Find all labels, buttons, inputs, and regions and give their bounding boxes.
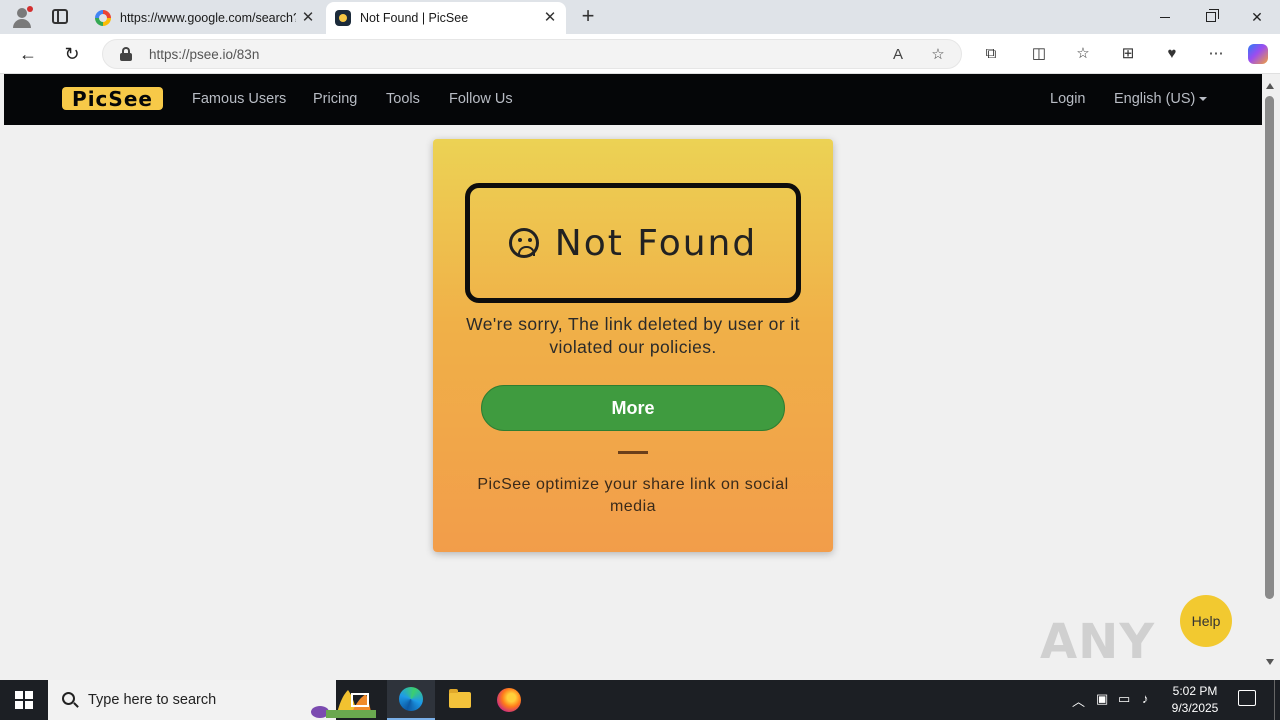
taskbar-search[interactable]: Type here to search	[48, 680, 376, 720]
picsee-icon	[335, 10, 351, 26]
profile-icon[interactable]	[10, 6, 34, 28]
tab-title: Not Found | PicSee	[360, 11, 469, 25]
browser-essentials-icon[interactable]: ♥	[1162, 44, 1182, 64]
close-tab-icon[interactable]: ✕	[542, 10, 558, 26]
back-button[interactable]: ←	[16, 42, 40, 66]
close-window-button[interactable]: ✕	[1234, 0, 1280, 34]
split-screen-icon[interactable]: ◫	[1029, 44, 1049, 64]
favorites-icon[interactable]: ☆	[1073, 44, 1093, 64]
notification-icon[interactable]	[1238, 690, 1256, 706]
language-selector[interactable]: English (US)	[1114, 91, 1207, 107]
not-found-card: Not Found We're sorry, The link deleted …	[433, 139, 833, 552]
close-tab-icon[interactable]: ✕	[300, 10, 316, 26]
clock-time: 5:02 PM	[1172, 684, 1218, 698]
frown-face-icon	[508, 228, 539, 258]
task-view-icon	[351, 693, 369, 707]
collections-icon[interactable]: ⊞	[1118, 44, 1138, 64]
volume-icon[interactable]: ♪	[1142, 691, 1149, 706]
tab-title: https://www.google.com/search?q	[120, 11, 296, 25]
nav-famous-users[interactable]: Famous Users	[192, 91, 286, 107]
browser-titlebar: https://www.google.com/search?q ✕ Not Fo…	[0, 0, 1280, 34]
scroll-thumb[interactable]	[1265, 96, 1274, 599]
help-button[interactable]: Help	[1180, 595, 1232, 647]
taskbar: Type here to search ︿ ▣ ▭ ♪ 5:02 PM 9/3/…	[0, 680, 1280, 720]
address-bar[interactable]: https://psee.io/83n A ☆	[102, 39, 962, 69]
edge-icon	[399, 687, 423, 711]
divider	[618, 451, 648, 454]
taskbar-firefox[interactable]	[485, 680, 533, 720]
search-icon	[62, 692, 75, 705]
refresh-button[interactable]: ↻	[60, 42, 84, 66]
network-icon[interactable]: ▭	[1118, 691, 1130, 707]
address-url[interactable]: https://psee.io/83n	[149, 47, 259, 62]
taskbar-edge[interactable]	[387, 680, 435, 720]
tab-google-search[interactable]: https://www.google.com/search?q ✕	[86, 2, 324, 34]
nav-tools[interactable]: Tools	[386, 91, 420, 107]
firefox-icon	[497, 688, 521, 712]
more-button[interactable]: More	[481, 385, 785, 431]
copilot-icon[interactable]	[1248, 44, 1268, 64]
new-tab-button[interactable]: +	[578, 5, 598, 27]
more-menu-icon[interactable]: ⋯	[1206, 44, 1226, 64]
restore-button[interactable]	[1188, 0, 1234, 34]
read-aloud-icon[interactable]: A	[889, 46, 907, 64]
device-icon[interactable]: ▣	[1096, 691, 1108, 707]
taskbar-file-explorer[interactable]	[436, 680, 484, 720]
scroll-up-icon[interactable]	[1266, 83, 1274, 89]
page-viewport: PicSee Famous Users Pricing Tools Follow…	[4, 74, 1262, 678]
lock-icon[interactable]	[119, 47, 133, 61]
site-navbar: PicSee Famous Users Pricing Tools Follow…	[4, 74, 1262, 125]
chevron-up-icon[interactable]: ︿	[1072, 691, 1085, 710]
nav-follow-us[interactable]: Follow Us	[449, 91, 513, 107]
clock-date: 9/3/2025	[1171, 701, 1219, 715]
task-view-button[interactable]	[336, 680, 384, 720]
taskbar-search-placeholder[interactable]: Type here to search	[88, 692, 216, 708]
show-desktop-button[interactable]	[1274, 680, 1276, 720]
browser-toolbar: ← ↻ https://psee.io/83n A ☆ ⧉ ◫ ☆ ⊞ ♥ ⋯	[0, 34, 1280, 74]
page-scrollbar[interactable]	[1262, 74, 1278, 678]
scroll-down-icon[interactable]	[1266, 659, 1274, 665]
nav-login[interactable]: Login	[1050, 91, 1085, 107]
google-icon	[95, 10, 111, 26]
folder-icon	[449, 689, 471, 708]
tagline: PicSee optimize your share link on socia…	[477, 476, 789, 515]
favorite-star-icon[interactable]: ☆	[929, 46, 947, 64]
not-found-box: Not Found	[465, 183, 801, 303]
windows-start-icon[interactable]	[15, 691, 33, 709]
picsee-logo[interactable]: PicSee	[62, 87, 163, 111]
extensions-icon[interactable]: ⧉	[981, 44, 1001, 64]
tab-picsee-not-found[interactable]: Not Found | PicSee ✕	[326, 2, 566, 34]
nav-pricing[interactable]: Pricing	[313, 91, 357, 107]
system-clock[interactable]: 5:02 PM 9/3/2025	[1166, 683, 1224, 717]
minimize-button[interactable]	[1142, 0, 1188, 34]
error-message: We're sorry, The link deleted by user or…	[466, 314, 800, 357]
not-found-title: Not Found	[554, 222, 758, 264]
tab-actions-icon[interactable]	[52, 9, 68, 24]
